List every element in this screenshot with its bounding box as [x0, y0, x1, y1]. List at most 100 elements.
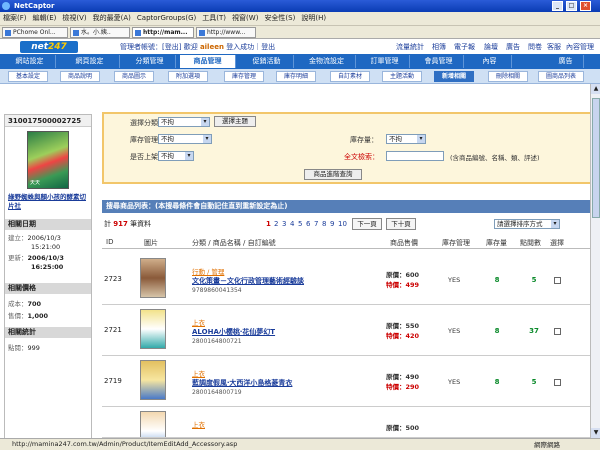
row-stock-mgmt: YES	[448, 276, 461, 284]
page-link[interactable]: 3	[282, 218, 286, 230]
page-link[interactable]: 5	[298, 218, 302, 230]
row-product-name-link[interactable]: 藍調度假風‧大西洋小島格菱青衣	[192, 378, 292, 388]
page-link[interactable]: 4	[290, 218, 294, 230]
subnav-stock-detail[interactable]: 庫存明細	[276, 71, 316, 82]
menu-security[interactable]: 安全性(S)	[261, 12, 298, 25]
nav-product-mgmt[interactable]: 商品管理	[180, 55, 236, 68]
nav-logistics[interactable]: 金物流設定	[298, 55, 356, 68]
nav-content[interactable]: 內容	[468, 55, 512, 68]
tool-album[interactable]: 相簿	[432, 42, 446, 52]
tool-forum[interactable]: 論壇	[484, 42, 498, 52]
subnav-icons[interactable]: 商品圖示	[114, 71, 154, 82]
close-button[interactable]: ×	[580, 1, 591, 11]
nav-ads[interactable]: 廣告	[548, 55, 584, 68]
section-dates: 相關日期	[5, 219, 91, 230]
site-header: net247 管理者帳號：[登出] 歡迎 aileen 登入成功｜登出 流量統計…	[0, 39, 600, 54]
created-date: 建立：2006/10/3	[8, 234, 61, 242]
page-scrollbar[interactable]: ▲ ▼	[590, 84, 600, 438]
subnav-basic[interactable]: 基本設定	[8, 71, 48, 82]
page-link[interactable]: 8	[322, 218, 326, 230]
subnav-stock-mgmt[interactable]: 庫存管理	[224, 71, 264, 82]
row-category-link[interactable]: 上衣	[192, 368, 205, 378]
tool-survey[interactable]: 問卷	[528, 42, 542, 52]
row-select-checkbox[interactable]	[554, 277, 561, 284]
row-category-link[interactable]: 上衣	[192, 317, 205, 327]
browser-tab[interactable]: 水。小.姨..	[70, 27, 130, 38]
tool-traffic[interactable]: 流量統計	[396, 42, 424, 52]
sort-select[interactable]: 請選擇排序方式	[494, 219, 560, 229]
admin-info: 管理者帳號：[登出] 歡迎 aileen 登入成功｜登出	[120, 43, 276, 51]
select-subject-button[interactable]: 選擇主題	[214, 116, 256, 127]
row-clicks: 5	[531, 276, 537, 284]
maximize-button[interactable]: □	[566, 1, 577, 11]
menu-edit[interactable]: 編輯(E)	[30, 12, 60, 25]
menu-help[interactable]: 說明(H)	[298, 12, 329, 25]
product-id: 310017500002725	[5, 115, 91, 127]
subnav-product-list[interactable]: 圖商品列表	[538, 71, 584, 82]
subnav-delete-related[interactable]: 刪除相關	[488, 71, 528, 82]
menu-tools[interactable]: 工具(T)	[199, 12, 229, 25]
stock-mgmt-select[interactable]: 不拘	[158, 134, 212, 144]
row-custom-code: 2800164800719	[192, 389, 242, 396]
nav-orders[interactable]: 訂單管理	[360, 55, 410, 68]
product-title-link[interactable]: 綠野蜘蛛與顏小孩的酵素切片社	[8, 193, 90, 211]
product-thumbnail[interactable]	[140, 360, 166, 400]
product-thumbnail[interactable]	[140, 258, 166, 298]
menu-window[interactable]: 視窗(W)	[229, 12, 261, 25]
page-link[interactable]: 9	[330, 218, 334, 230]
main-nav: 網站設定 網頁設定 分類管理 商品管理 促銷活動 金物流設定 訂單管理 會員管理…	[0, 54, 600, 69]
tool-content[interactable]: 內容管理	[566, 42, 594, 52]
admin-logout-link[interactable]: 登出	[165, 43, 179, 51]
next-page-button[interactable]: 下一頁	[352, 218, 382, 230]
col-stock-mgmt: 庫存管理	[442, 239, 470, 247]
tool-support[interactable]: 客服	[547, 42, 561, 52]
page-link[interactable]: 2	[274, 218, 278, 230]
scroll-up-icon[interactable]: ▲	[591, 84, 600, 94]
minimize-button[interactable]: _	[552, 1, 563, 11]
row-product-name-link[interactable]: 文化策畫－文化行政管理藝術經驗談	[192, 276, 304, 286]
row-select-checkbox[interactable]	[554, 379, 561, 386]
page-link[interactable]: 6	[306, 218, 310, 230]
browser-tab-active[interactable]: http://mam...	[132, 27, 194, 38]
tool-newsletter[interactable]: 電子報	[454, 42, 475, 52]
page-link[interactable]: 7	[314, 218, 318, 230]
tool-ads[interactable]: 廣告	[506, 42, 520, 52]
nav-category[interactable]: 分類管理	[124, 55, 176, 68]
advanced-search-button[interactable]: 商品進階查詢	[304, 169, 362, 180]
menu-view[interactable]: 檢視(V)	[59, 12, 89, 25]
logout-link[interactable]: 登出	[261, 43, 275, 51]
section-stats: 相關統計	[5, 327, 91, 338]
product-thumbnail[interactable]	[140, 411, 166, 437]
scroll-down-icon[interactable]: ▼	[591, 428, 600, 438]
scroll-thumb[interactable]	[592, 98, 600, 218]
stock-qty-select[interactable]: 不拘	[386, 134, 426, 144]
menu-favorites[interactable]: 我的最愛(A)	[90, 12, 134, 25]
nav-promotion[interactable]: 促銷活動	[240, 55, 294, 68]
next-ten-pages-button[interactable]: 下十頁	[386, 218, 416, 230]
browser-tab[interactable]: PChome Onl...	[2, 27, 68, 38]
product-thumbnail[interactable]	[140, 309, 166, 349]
menu-file[interactable]: 檔案(F)	[0, 12, 30, 25]
category-select[interactable]: 不拘	[158, 117, 210, 127]
subnav-add-related[interactable]: 新增相關	[434, 71, 474, 82]
nav-members[interactable]: 會員管理	[414, 55, 464, 68]
shelf-select[interactable]: 不拘	[158, 151, 194, 161]
browser-tab[interactable]: http://www...	[196, 27, 256, 38]
row-product-name-link[interactable]: ALOHA小櫻桃‧花仙夢幻T	[192, 327, 275, 337]
page-link[interactable]: 10	[338, 218, 347, 230]
row-stock-mgmt: YES	[448, 378, 461, 386]
nav-site-settings[interactable]: 網站設定	[4, 55, 56, 68]
row-category-link[interactable]: 行動 / 管理	[192, 266, 224, 276]
row-select-checkbox[interactable]	[554, 328, 561, 335]
col-image: 圖片	[144, 239, 158, 247]
subnav-custom-material[interactable]: 自訂素材	[330, 71, 370, 82]
subnav-theme[interactable]: 主題活動	[382, 71, 422, 82]
subnav-description[interactable]: 商品說明	[60, 71, 100, 82]
keyword-input[interactable]	[386, 151, 444, 161]
row-custom-code: 2800164800721	[192, 338, 242, 345]
row-category-link[interactable]: 上衣	[192, 419, 205, 429]
subnav-options[interactable]: 附加選項	[168, 71, 208, 82]
nav-page-settings[interactable]: 網頁設定	[60, 55, 120, 68]
menu-captorgroups[interactable]: CaptorGroups(G)	[134, 12, 199, 25]
status-url: http://mamina247.com.tw/Admin/Product/It…	[12, 440, 238, 448]
